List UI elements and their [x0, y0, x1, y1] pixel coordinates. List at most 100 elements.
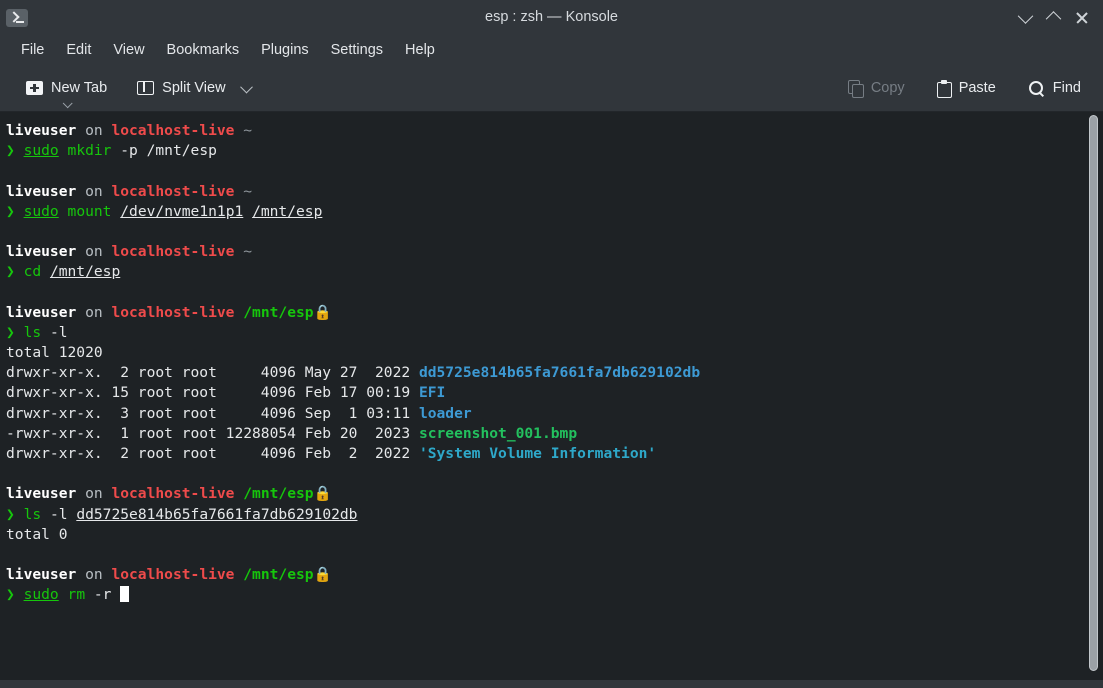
chevron-up-icon	[1045, 10, 1061, 27]
find-button[interactable]: Find	[1020, 75, 1089, 102]
chevron-down-icon[interactable]	[239, 80, 253, 93]
split-view-icon	[137, 81, 155, 95]
output-segment: total 12020	[6, 344, 103, 362]
output-segment: drwxr-xr-x. 3 root root 4096 Sep 1 03:11	[6, 404, 419, 422]
menu-item-view[interactable]: View	[102, 39, 155, 61]
menu-item-edit[interactable]: Edit	[55, 39, 102, 61]
text-cursor	[120, 586, 130, 603]
menu-item-settings[interactable]: Settings	[320, 39, 394, 61]
prompt-path: ~	[243, 122, 253, 139]
terminal-scrollbar[interactable]	[1086, 112, 1103, 680]
command-segment	[59, 586, 68, 603]
terminal-prompt-line: liveuser on localhost-live ~	[6, 242, 1086, 262]
split-view-button[interactable]: Split View	[129, 75, 258, 101]
menu-item-help[interactable]: Help	[394, 39, 446, 61]
command-segment	[243, 203, 252, 220]
chevron-down-icon[interactable]	[62, 98, 73, 109]
prompt-host: localhost-live	[111, 566, 235, 584]
terminal-command-line: ❯ sudo mount /dev/nvme1n1p1 /mnt/esp	[6, 202, 1086, 222]
terminal-output-line: drwxr-xr-x. 2 root root 4096 Feb 2 2022 …	[6, 444, 1086, 464]
command-segment: ls	[23, 505, 42, 523]
new-tab-icon	[26, 81, 43, 95]
prompt-on: on	[76, 566, 112, 584]
prompt-arrow: ❯	[6, 202, 24, 220]
command-segment: dd5725e814b65fa7661fa7db629102db	[76, 505, 358, 523]
command-segment: cd	[23, 263, 42, 281]
prompt-arrow: ❯	[6, 323, 24, 341]
paste-button[interactable]: Paste	[929, 75, 1004, 102]
command-segment	[59, 142, 68, 159]
prompt-path: ~	[243, 182, 253, 200]
command-segment	[59, 203, 68, 220]
paste-label: Paste	[958, 80, 996, 96]
command-segment: /mnt/esp	[49, 263, 121, 281]
output-segment: EFI	[418, 384, 446, 402]
command-segment: -l	[41, 323, 68, 341]
terminal-prompt-line: liveuser on localhost-live ~	[6, 121, 1086, 141]
command-segment: sudo	[23, 142, 59, 160]
command-segment: -l	[41, 505, 77, 523]
split-view-label: Split View	[162, 80, 226, 96]
scrollbar-thumb[interactable]	[1089, 115, 1098, 672]
output-segment: 'System Volume Information'	[418, 445, 657, 462]
prompt-arrow: ❯	[6, 263, 24, 281]
prompt-on: on	[76, 182, 112, 200]
prompt-path: /mnt/esp	[243, 485, 314, 503]
prompt-path: /mnt/esp	[243, 303, 314, 321]
prompt-on: on	[76, 303, 112, 321]
terminal-prompt-line: liveuser on localhost-live /mnt/esp🔒	[6, 303, 1086, 323]
close-icon	[1075, 11, 1088, 24]
output-segment: drwxr-xr-x. 15 root root 4096 Feb 17 00:…	[6, 384, 419, 402]
search-icon	[1028, 80, 1045, 97]
lock-icon: 🔒	[313, 303, 332, 321]
command-segment: mount	[67, 202, 112, 220]
chevron-down-icon	[1017, 7, 1033, 24]
prompt-on: on	[76, 243, 112, 261]
prompt-on: on	[76, 485, 112, 503]
command-segment: rm	[67, 586, 86, 604]
titlebar: esp : zsh — Konsole	[0, 0, 1103, 34]
command-segment: -r	[85, 586, 121, 604]
prompt-user: liveuser	[6, 122, 77, 139]
terminal-output-line: drwxr-xr-x. 2 root root 4096 May 27 2022…	[6, 363, 1086, 383]
prompt-host: localhost-live	[111, 122, 235, 139]
prompt-path: ~	[243, 243, 253, 261]
command-segment: sudo	[23, 586, 59, 604]
terminal-prompt-line: liveuser on localhost-live /mnt/esp🔒	[6, 565, 1086, 585]
prompt-on: on	[76, 122, 112, 139]
prompt-host: localhost-live	[111, 182, 235, 200]
output-segment: drwxr-xr-x. 2 root root 4096 Feb 2 2022	[6, 445, 419, 462]
terminal-area: liveuser on localhost-live ~ ❯ sudo mkdir…	[0, 112, 1103, 688]
new-tab-button[interactable]: New Tab	[18, 75, 115, 109]
terminal-command-line: ❯ ls -l dd5725e814b65fa7661fa7db629102db	[6, 505, 1086, 525]
minimize-button[interactable]	[1011, 3, 1039, 31]
toolbar-right-group: Copy Paste Find	[840, 75, 1089, 102]
lock-icon: 🔒	[313, 485, 332, 503]
prompt-arrow: ❯	[6, 586, 24, 604]
prompt-user: liveuser	[6, 243, 77, 261]
konsole-window: esp : zsh — Konsole File Edit View Bookm…	[0, 0, 1103, 688]
menu-item-file[interactable]: File	[10, 39, 55, 61]
command-segment: /mnt/esp	[252, 202, 323, 220]
close-button[interactable]	[1067, 3, 1095, 31]
terminal-prompt-line: liveuser on localhost-live ~	[6, 182, 1086, 202]
terminal-output-line: total 0	[6, 525, 1086, 545]
copy-button[interactable]: Copy	[840, 75, 913, 101]
prompt-user: liveuser	[6, 182, 77, 200]
menu-item-plugins[interactable]: Plugins	[250, 39, 320, 61]
menu-item-bookmarks[interactable]: Bookmarks	[156, 39, 251, 61]
paste-icon	[936, 79, 952, 98]
find-label: Find	[1052, 80, 1081, 96]
toolbar: New Tab Split View Copy Paste Find	[0, 65, 1103, 112]
terminal-output[interactable]: liveuser on localhost-live ~ ❯ sudo mkdir…	[0, 112, 1086, 680]
prompt-arrow: ❯	[6, 142, 24, 160]
maximize-button[interactable]	[1039, 3, 1067, 31]
output-segment: total 0	[6, 525, 68, 543]
terminal-command-line: ❯ ls -l	[6, 323, 1086, 343]
terminal-output-line: drwxr-xr-x. 15 root root 4096 Feb 17 00:…	[6, 383, 1086, 403]
